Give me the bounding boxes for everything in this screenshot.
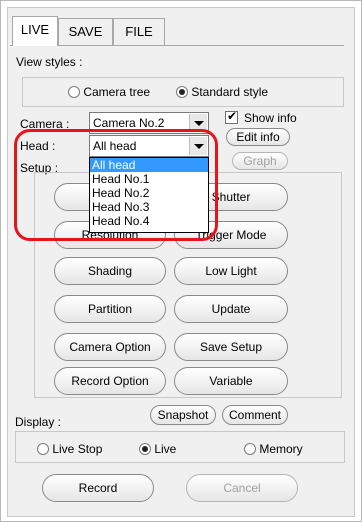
tab-file[interactable]: FILE (113, 18, 165, 46)
radio-memory-label: Memory (259, 441, 303, 456)
record-option-button[interactable]: Record Option (54, 367, 166, 395)
view-styles-label: View styles : (16, 55, 83, 69)
tab-save[interactable]: SAVE (58, 18, 113, 46)
camera-select-value: Camera No.2 (93, 116, 165, 130)
partition-button[interactable]: Partition (54, 295, 166, 323)
show-info-checkbox[interactable] (225, 109, 238, 124)
display-label: Display : (15, 415, 62, 429)
edit-info-button[interactable]: Edit info (226, 128, 290, 146)
radio-camera-tree[interactable]: Camera tree (68, 84, 150, 99)
shading-button[interactable]: Shading (54, 257, 166, 285)
radio-memory-indicator (244, 442, 256, 455)
snapshot-button[interactable]: Snapshot (150, 405, 216, 425)
low-light-button[interactable]: Low Light (174, 257, 288, 285)
radio-memory[interactable]: Memory (244, 441, 303, 456)
cancel-button[interactable]: Cancel (186, 474, 298, 502)
tab-live[interactable]: LIVE (12, 16, 58, 46)
radio-live[interactable]: Live (139, 441, 176, 456)
radio-standard-style-indicator (176, 85, 188, 98)
save-setup-button[interactable]: Save Setup (174, 333, 288, 361)
radio-live-label: Live (154, 441, 177, 456)
update-button[interactable]: Update (174, 295, 288, 323)
show-info-label: Show info (244, 111, 297, 125)
radio-live-indicator (139, 442, 151, 455)
highlight-annotation (14, 129, 218, 241)
tab-divider (10, 45, 344, 46)
variable-button[interactable]: Variable (174, 367, 288, 395)
radio-live-stop[interactable]: Live Stop (37, 441, 102, 456)
radio-standard-style-label: Standard style (191, 84, 269, 99)
record-button[interactable]: Record (42, 474, 154, 502)
radio-live-stop-indicator (37, 442, 49, 455)
radio-camera-tree-label: Camera tree (83, 84, 151, 99)
radio-camera-tree-indicator (68, 85, 80, 98)
graph-button[interactable]: Graph (232, 152, 288, 170)
camera-option-button[interactable]: Camera Option (54, 333, 166, 361)
radio-live-stop-label: Live Stop (52, 441, 103, 456)
radio-standard-style[interactable]: Standard style (176, 84, 268, 99)
comment-button[interactable]: Comment (222, 405, 288, 425)
